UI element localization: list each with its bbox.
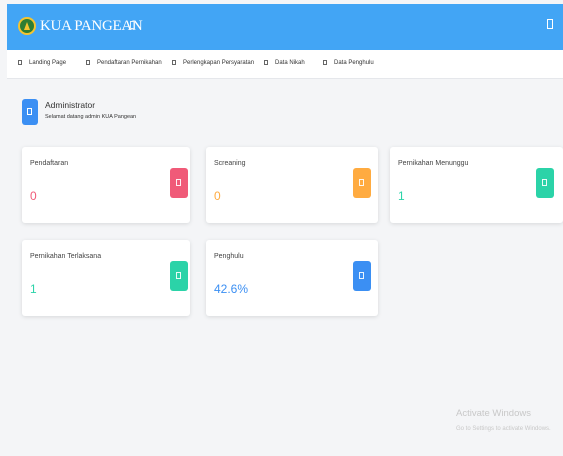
- nav-item-perlengkapan-persyaratan[interactable]: Perlengkapan Persyaratan: [172, 60, 254, 66]
- nav-item-data-penghulu[interactable]: Data Penghulu: [323, 60, 374, 66]
- card-pendaftaran[interactable]: Pendaftaran 0: [22, 147, 190, 223]
- screening-icon: [353, 168, 371, 198]
- card-screaning[interactable]: Screaning 0: [206, 147, 378, 223]
- main-navigation: Landing Page Pendaftaran Pernikahan Perl…: [7, 50, 563, 79]
- brand-title[interactable]: KUA PANGEAN: [40, 18, 143, 35]
- waiting-icon: [536, 168, 554, 198]
- activation-watermark-title: Activate Windows: [456, 408, 531, 419]
- card-label: Pernikahan Menunggu: [398, 160, 469, 167]
- page-icon: [18, 60, 22, 65]
- activation-watermark-subtitle: Go to Settings to activate Windows.: [456, 426, 551, 432]
- profile-subtitle: Selamat datang admin KUA Pangean: [45, 114, 137, 120]
- officiant-icon: [353, 261, 371, 291]
- menu-toggle-icon[interactable]: [130, 21, 135, 29]
- card-label: Pernikahan Terlaksana: [30, 253, 102, 260]
- registration-icon: [170, 168, 188, 198]
- card-value: 0: [214, 189, 221, 203]
- nav-item-pendaftaran-pernikahan[interactable]: Pendaftaran Pernikahan: [86, 60, 162, 66]
- card-pernikahan-terlaksana[interactable]: Pernikahan Terlaksana 1: [22, 240, 190, 316]
- table-icon: [264, 60, 268, 65]
- nav-item-data-nikah[interactable]: Data Nikah: [264, 60, 305, 66]
- admin-avatar-icon: [22, 99, 38, 125]
- card-pernikahan-menunggu[interactable]: Pernikahan Menunggu 1: [390, 147, 563, 223]
- card-value: 0: [30, 189, 37, 203]
- card-label: Screaning: [214, 160, 246, 167]
- kua-logo-icon[interactable]: [18, 17, 36, 35]
- card-value: 42.6%: [214, 282, 249, 296]
- card-value: 1: [398, 189, 405, 203]
- card-value: 1: [30, 282, 37, 296]
- card-label: Pendaftaran: [30, 160, 69, 167]
- users-icon: [323, 60, 327, 65]
- user-menu-icon[interactable]: [547, 19, 553, 29]
- nav-item-landing-page[interactable]: Landing Page: [18, 60, 66, 66]
- top-header-bar: KUA PANGEAN: [7, 4, 563, 50]
- completed-icon: [170, 261, 188, 291]
- profile-title: Administrator: [45, 100, 96, 110]
- card-penghulu[interactable]: Penghulu 42.6%: [206, 240, 378, 316]
- card-label: Penghulu: [214, 253, 244, 260]
- documents-icon: [172, 60, 176, 65]
- form-icon: [86, 60, 90, 65]
